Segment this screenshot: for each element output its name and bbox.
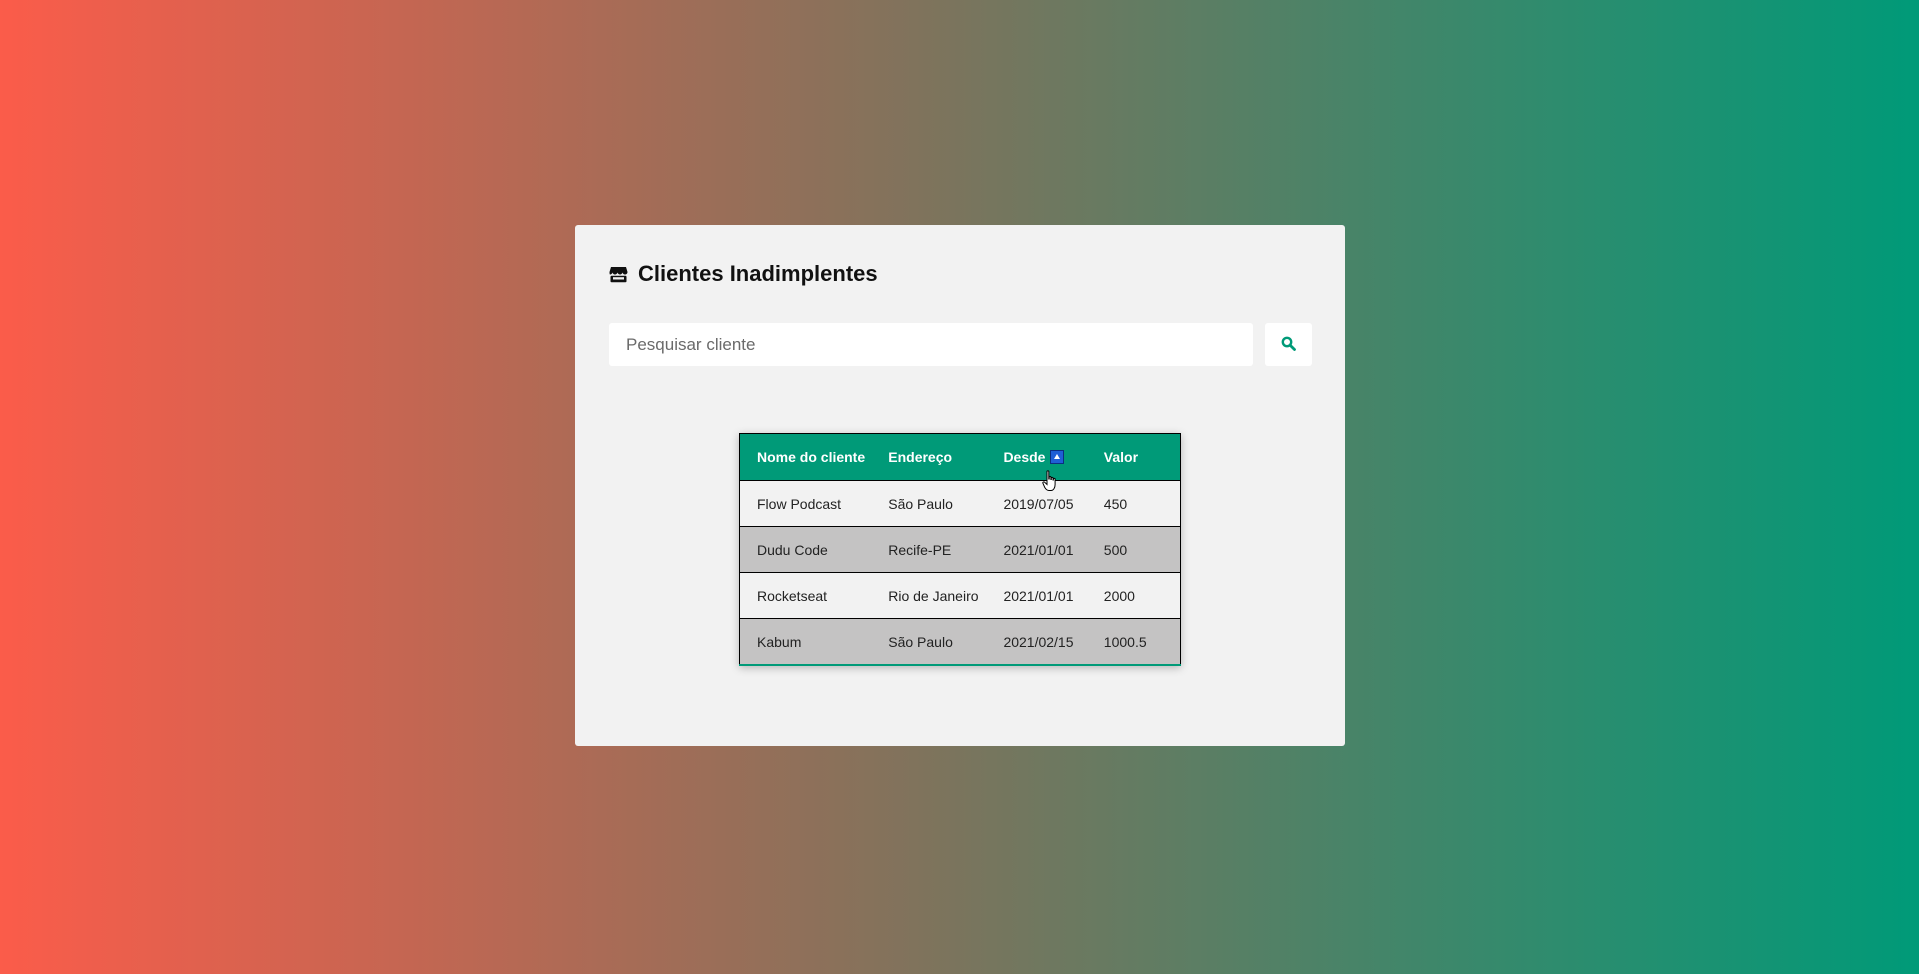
cell-value: 1000.5 — [1086, 618, 1181, 666]
search-input[interactable] — [609, 323, 1253, 366]
cell-name: Rocketseat — [739, 572, 872, 619]
table-row[interactable]: Dudu Code Recife-PE 2021/01/01 500 — [739, 526, 1181, 573]
column-header-value[interactable]: Valor — [1086, 433, 1181, 481]
cell-value: 450 — [1086, 480, 1181, 527]
column-header-name[interactable]: Nome do cliente — [739, 433, 872, 481]
column-header-since[interactable]: Desde — [986, 433, 1087, 481]
cell-address: São Paulo — [871, 618, 987, 666]
table-row[interactable]: Kabum São Paulo 2021/02/15 1000.5 — [739, 618, 1181, 666]
cell-address: Rio de Janeiro — [871, 572, 987, 619]
cell-name: Kabum — [739, 618, 872, 666]
cell-since: 2021/01/01 — [986, 526, 1087, 573]
table-header-row: Nome do cliente Endereço Desde Valor — [739, 433, 1181, 481]
cell-value: 500 — [1086, 526, 1181, 573]
cell-address: São Paulo — [871, 480, 987, 527]
cell-since: 2019/07/05 — [986, 480, 1087, 527]
header: Clientes Inadimplentes — [609, 261, 878, 287]
sort-ascending-icon[interactable] — [1050, 450, 1065, 464]
cell-value: 2000 — [1086, 572, 1181, 619]
store-icon — [609, 266, 628, 283]
cell-name: Dudu Code — [739, 526, 872, 573]
cell-since: 2021/01/01 — [986, 572, 1087, 619]
search-icon — [1281, 336, 1296, 354]
table-row[interactable]: Flow Podcast São Paulo 2019/07/05 450 — [739, 480, 1181, 527]
search-button[interactable] — [1265, 323, 1312, 366]
main-card: Clientes Inadimplentes Nome do cliente E… — [575, 225, 1345, 746]
table-row[interactable]: Rocketseat Rio de Janeiro 2021/01/01 200… — [739, 572, 1181, 619]
cell-address: Recife-PE — [871, 526, 987, 573]
cell-name: Flow Podcast — [739, 480, 872, 527]
cell-since: 2021/02/15 — [986, 618, 1087, 666]
page-title: Clientes Inadimplentes — [638, 261, 878, 286]
clients-table: Nome do cliente Endereço Desde Valor Flo… — [739, 433, 1181, 666]
column-header-address[interactable]: Endereço — [871, 433, 987, 481]
